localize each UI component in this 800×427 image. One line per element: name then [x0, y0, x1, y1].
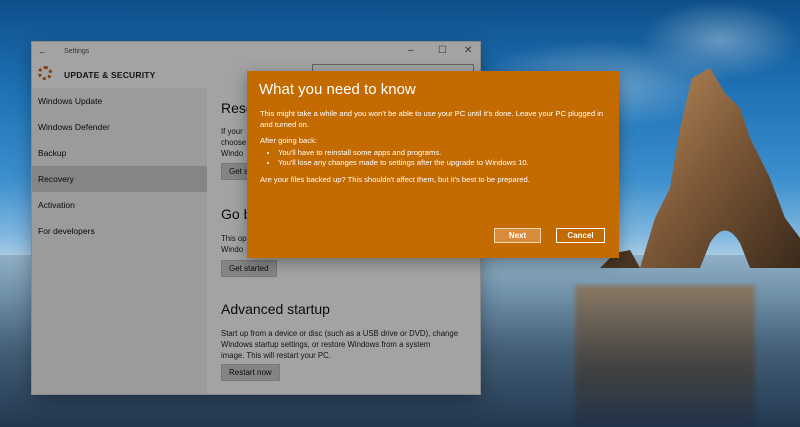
dialog-bullet-list: You'll have to reinstall some apps and p…	[260, 148, 610, 169]
wallpaper-rock	[600, 68, 800, 268]
dialog-bullet: You'll lose any changes made to settings…	[278, 158, 610, 169]
dialog-title: What you need to know	[259, 81, 416, 98]
cancel-button[interactable]: Cancel	[556, 228, 605, 243]
dialog-after-label: After going back:	[260, 136, 317, 145]
next-button[interactable]: Next	[494, 228, 541, 243]
what-you-need-to-know-dialog: What you need to know This might take a …	[247, 71, 619, 258]
dialog-bullet: You'll have to reinstall some apps and p…	[278, 148, 610, 159]
wallpaper-reflection	[575, 285, 755, 427]
dialog-paragraph: Are your files backed up? This shouldn't…	[260, 174, 530, 184]
dialog-body: This might take a while and you won't be…	[260, 109, 610, 191]
dialog-paragraph: This might take a while and you won't be…	[260, 109, 604, 129]
